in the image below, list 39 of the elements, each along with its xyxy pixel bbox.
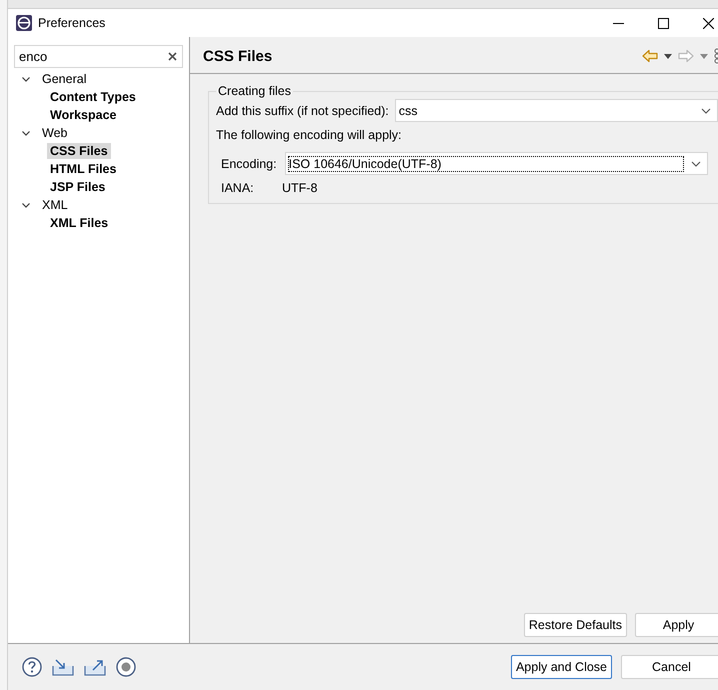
filter-field[interactable]: enco	[14, 45, 183, 68]
record-icon[interactable]	[116, 657, 136, 677]
back-arrow-icon[interactable]	[642, 49, 658, 63]
tree-item[interactable]: JSP Files	[47, 179, 108, 195]
help-icon[interactable]	[22, 657, 42, 677]
encoding-note: The following encoding will apply:	[216, 128, 403, 142]
tree-item[interactable]: Workspace	[47, 107, 120, 123]
page-button[interactable]: Apply	[635, 613, 718, 637]
dropdown-arrow-icon[interactable]	[664, 54, 672, 58]
chevron-icon[interactable]	[21, 128, 31, 138]
page-button[interactable]: Restore Defaults	[524, 613, 627, 637]
page-title: CSS Files	[203, 48, 272, 64]
app-icon	[16, 15, 32, 31]
dialog-button[interactable]: Apply and Close	[510, 655, 612, 679]
import-icon[interactable]	[52, 658, 74, 676]
suffix-label: Add this suffix (if not specified):	[216, 104, 389, 118]
chevron-icon	[691, 160, 701, 166]
window-title: Preferences	[38, 16, 106, 30]
suffix-combo[interactable]: css	[394, 99, 718, 122]
maximize-icon[interactable]	[658, 18, 669, 28]
tree-item[interactable]: HTML Files	[47, 161, 120, 177]
close-icon[interactable]	[703, 18, 714, 28]
tree-item[interactable]: Content Types	[47, 89, 139, 105]
encoding-combo[interactable]: ISO 10646/Unicode(UTF-8)	[284, 152, 708, 175]
iana-label: IANA:	[221, 181, 255, 195]
clear-icon[interactable]	[168, 52, 177, 61]
dialog-button[interactable]: Cancel	[621, 655, 718, 679]
tree-item[interactable]: Web	[39, 125, 70, 141]
tree-item[interactable]: CSS Files	[47, 143, 111, 159]
chevron-icon[interactable]	[21, 74, 31, 84]
chevron-icon	[701, 108, 711, 114]
tree-item[interactable]: General	[39, 71, 90, 87]
encoding-label: Encoding:	[221, 156, 277, 170]
tree-item[interactable]: XML	[39, 197, 71, 213]
export-icon[interactable]	[84, 658, 106, 676]
tree-item[interactable]: XML Files	[47, 215, 112, 231]
chevron-icon[interactable]	[21, 200, 31, 210]
iana-value: UTF-8	[282, 181, 318, 195]
group-title: Creating files	[217, 84, 292, 98]
